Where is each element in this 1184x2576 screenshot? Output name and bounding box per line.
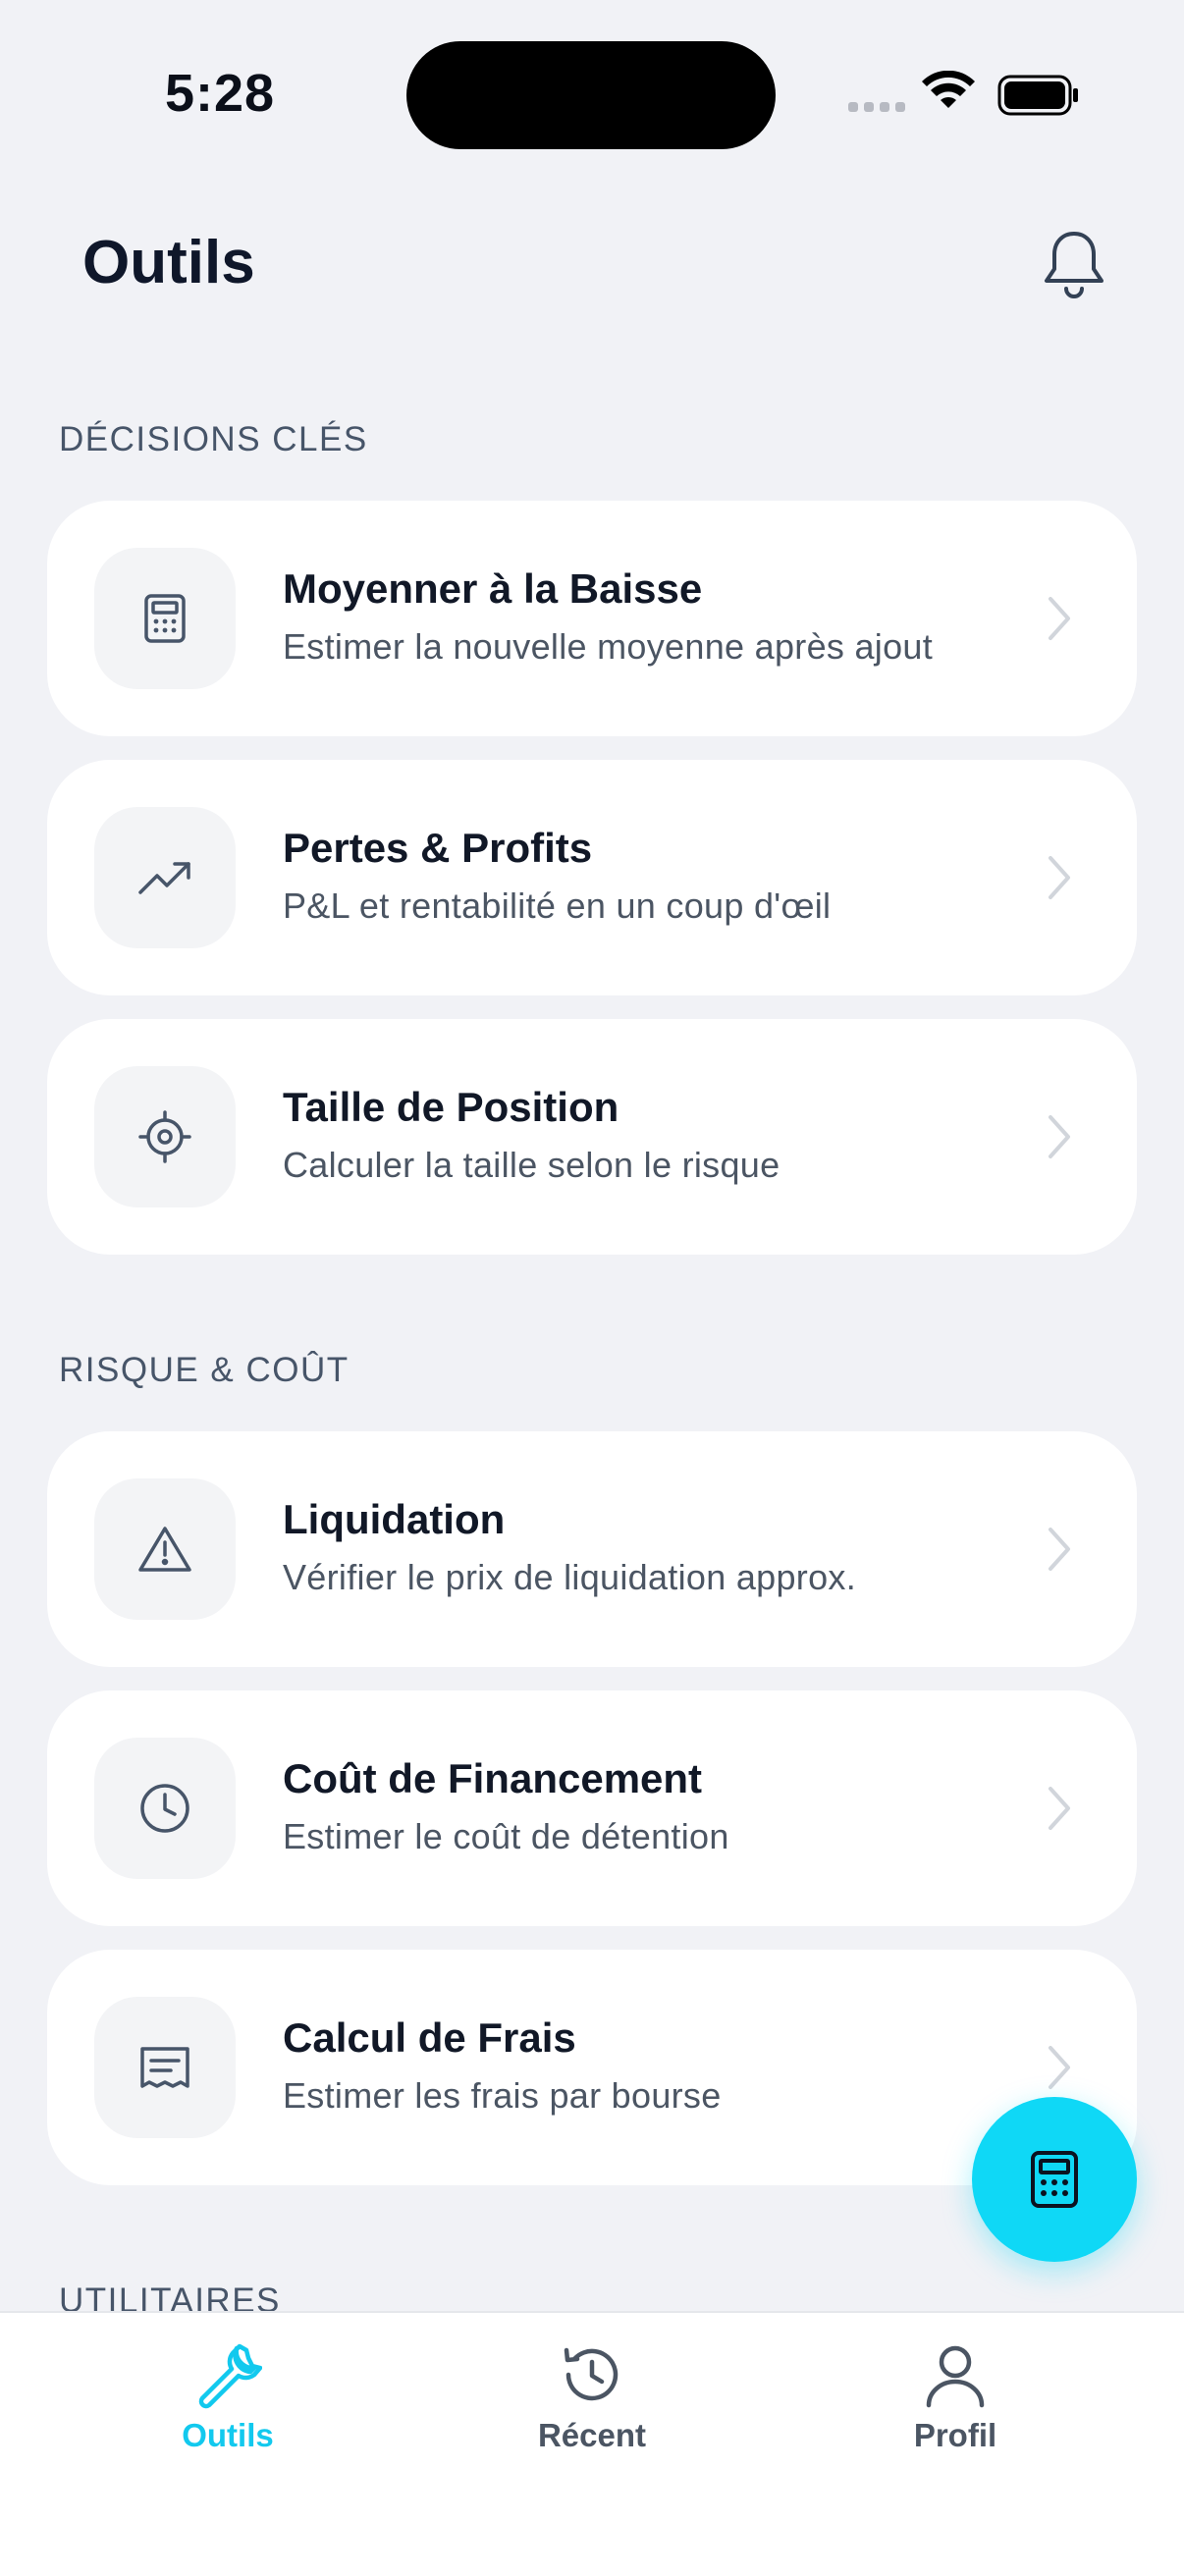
bottom-nav: Outils Récent Profil — [0, 2311, 1184, 2576]
dynamic-island — [406, 41, 776, 149]
battery-icon — [997, 75, 1078, 116]
nav-item-recent[interactable]: Récent — [464, 2340, 720, 2454]
tool-card-title: Coût de Financement — [283, 1755, 703, 1801]
cellular-signal-icon — [848, 102, 907, 116]
status-time: 5:28 — [165, 64, 276, 123]
tool-card-title: Liquidation — [283, 1496, 506, 1542]
tool-card-subtitle: Estimer la nouvelle moyenne après ajout — [283, 626, 934, 667]
history-icon — [564, 2347, 619, 2401]
nav-label: Outils — [182, 2417, 274, 2453]
section-label-risk-cost: RISQUE & COÛT — [59, 1351, 350, 1389]
tool-card-title: Pertes & Profits — [283, 825, 593, 871]
chevron-right-icon — [1049, 2046, 1070, 2089]
chevron-right-icon — [1049, 1787, 1070, 1830]
tool-card-subtitle: P&L et rentabilité en un coup d'œil — [283, 886, 832, 926]
wrench-icon — [198, 2343, 262, 2409]
tool-card-subtitle: Calculer la taille selon le risque — [283, 1145, 780, 1185]
nav-item-outils[interactable]: Outils — [100, 2340, 355, 2454]
nav-label: Récent — [537, 2417, 647, 2453]
chevron-right-icon — [1049, 1528, 1070, 1571]
tool-card-fees[interactable]: Calcul de Frais Estimer les frais par bo… — [47, 1950, 1137, 2185]
wifi-icon — [922, 71, 975, 108]
tool-card-subtitle: Estimer le coût de détention — [283, 1816, 729, 1856]
tool-card-liquidation[interactable]: Liquidation Vérifier le prix de liquidat… — [47, 1431, 1137, 1667]
warning-icon — [94, 1478, 236, 1620]
tool-card-title: Taille de Position — [283, 1084, 619, 1130]
user-icon — [926, 2345, 985, 2408]
tool-card-averaging[interactable]: Moyenner à la Baisse Estimer la nouvelle… — [47, 501, 1137, 736]
trending-up-icon — [94, 807, 236, 948]
receipt-icon — [94, 1997, 236, 2138]
tool-card-position-size[interactable]: Taille de Position Calculer la taille se… — [47, 1019, 1137, 1255]
nav-label: Profil — [913, 2417, 997, 2453]
tool-card-pnl[interactable]: Pertes & Profits P&L et rentabilité en u… — [47, 760, 1137, 995]
tool-card-title: Moyenner à la Baisse — [283, 565, 703, 612]
tool-card-subtitle: Vérifier le prix de liquidation approx. — [283, 1557, 857, 1597]
calculator-fab-button[interactable] — [972, 2097, 1137, 2262]
chevron-right-icon — [1049, 856, 1070, 899]
crosshair-icon — [94, 1066, 236, 1208]
nav-item-profil[interactable]: Profil — [828, 2340, 1083, 2454]
calculator-icon — [1031, 2151, 1078, 2208]
calculator-icon — [94, 548, 236, 689]
tool-card-subtitle: Estimer les frais par bourse — [283, 2075, 722, 2116]
chevron-right-icon — [1049, 597, 1070, 640]
section-label-decisions: DÉCISIONS CLÉS — [59, 420, 368, 458]
chevron-right-icon — [1049, 1115, 1070, 1158]
tool-card-title: Calcul de Frais — [283, 2014, 576, 2061]
clock-icon — [94, 1738, 236, 1879]
bell-icon[interactable] — [1043, 230, 1105, 300]
tool-card-funding-cost[interactable]: Coût de Financement Estimer le coût de d… — [47, 1690, 1137, 1926]
page-title: Outils — [82, 229, 255, 296]
